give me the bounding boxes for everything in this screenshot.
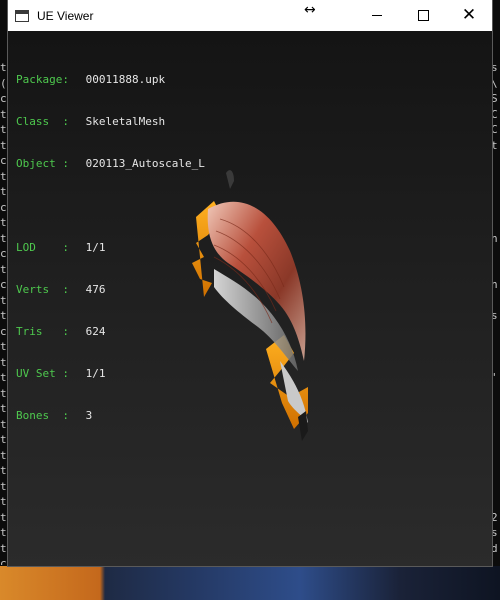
mesh-stem-tip — [226, 170, 234, 189]
info-row-object: Object : 020113_Autoscale_L — [16, 157, 205, 171]
info-label-object: Object : — [16, 157, 69, 170]
close-icon: ✕ — [461, 5, 477, 25]
background-console-text-left: t ( c t t t c t t c t t c t c t t c t t … — [0, 61, 7, 565]
background-console-text-right: s \ S C C t n n s ' 2 s d — [491, 61, 498, 555]
info-label-lod: LOD : — [16, 241, 69, 254]
info-value-lod: 1/1 — [85, 241, 106, 254]
background-desktop-strip — [0, 566, 500, 600]
info-value-bones: 3 — [85, 409, 93, 422]
info-row-uvset: UV Set : 1/1 — [16, 367, 205, 381]
mesh-info-overlay: Package: 00011888.upk Class : SkeletalMe… — [16, 45, 205, 451]
info-label-verts: Verts : — [16, 283, 69, 296]
maximize-icon — [417, 10, 429, 21]
app-window-icon — [15, 9, 29, 22]
info-row-lod: LOD : 1/1 — [16, 241, 205, 255]
window-title: UE Viewer — [37, 8, 94, 23]
info-value-class: SkeletalMesh — [85, 115, 166, 128]
minimize-icon — [372, 15, 382, 16]
info-row-tris: Tris : 624 — [16, 325, 205, 339]
info-row-verts: Verts : 476 — [16, 283, 205, 297]
title-bar[interactable]: UE Viewer ↔ ✕ — [8, 0, 492, 31]
info-label-bones: Bones : — [16, 409, 69, 422]
info-label-package: Package: — [16, 73, 69, 86]
info-value-verts: 476 — [85, 283, 106, 296]
info-value-tris: 624 — [85, 325, 106, 338]
info-label-class: Class : — [16, 115, 69, 128]
info-value-object: 020113_Autoscale_L — [85, 157, 205, 170]
close-button[interactable]: ✕ — [446, 0, 492, 31]
maximize-button[interactable] — [400, 0, 446, 31]
info-row-class: Class : SkeletalMesh — [16, 115, 205, 129]
info-row-bones: Bones : 3 — [16, 409, 205, 423]
3d-viewport[interactable]: Package: 00011888.upk Class : SkeletalMe… — [8, 31, 492, 566]
info-label-uvset: UV Set : — [16, 367, 69, 380]
info-row-package: Package: 00011888.upk — [16, 73, 205, 87]
minimize-button[interactable] — [354, 0, 400, 31]
info-value-uvset: 1/1 — [85, 367, 106, 380]
info-value-package: 00011888.upk — [85, 73, 166, 86]
info-label-tris: Tris : — [16, 325, 69, 338]
resize-cursor-icon: ↔ — [304, 2, 316, 18]
ue-viewer-window: UE Viewer ↔ ✕ Package: 00011888.upk Clas… — [8, 0, 492, 566]
info-gap — [16, 199, 205, 213]
